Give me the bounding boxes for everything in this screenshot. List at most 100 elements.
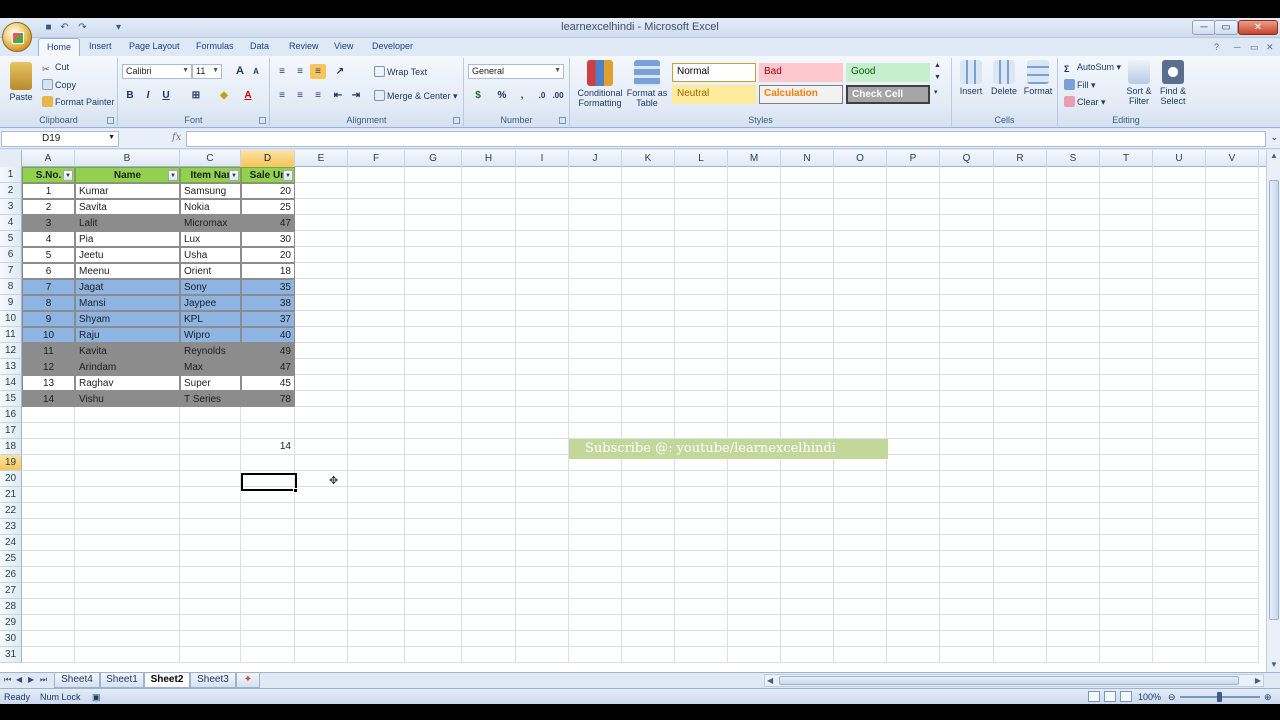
cell[interactable] bbox=[834, 567, 887, 583]
cell[interactable] bbox=[1100, 631, 1153, 647]
cell[interactable] bbox=[75, 407, 180, 423]
table-cell-name[interactable]: Lalit bbox=[75, 215, 180, 231]
cell[interactable] bbox=[834, 231, 887, 247]
cell[interactable] bbox=[348, 167, 405, 183]
cell[interactable] bbox=[1206, 215, 1259, 231]
cell[interactable] bbox=[405, 375, 462, 391]
page-break-view-icon[interactable] bbox=[1120, 691, 1132, 702]
cell[interactable] bbox=[1047, 567, 1100, 583]
table-cell-sno[interactable]: 8 bbox=[22, 295, 75, 311]
minimize-button[interactable]: ─ bbox=[1192, 20, 1216, 35]
cell[interactable] bbox=[295, 519, 348, 535]
cell[interactable] bbox=[622, 311, 675, 327]
cell[interactable] bbox=[834, 647, 887, 663]
cell[interactable] bbox=[22, 551, 75, 567]
cell[interactable] bbox=[405, 199, 462, 215]
cell[interactable] bbox=[22, 503, 75, 519]
align-middle-icon[interactable]: ≡ bbox=[292, 64, 308, 79]
cell[interactable] bbox=[462, 375, 516, 391]
cell[interactable] bbox=[940, 327, 994, 343]
cell[interactable] bbox=[241, 615, 295, 631]
row-header-9[interactable]: 9 bbox=[0, 295, 22, 311]
ribbon-minimize-icon[interactable]: ─ bbox=[1234, 42, 1240, 52]
cell[interactable] bbox=[887, 231, 940, 247]
cell[interactable] bbox=[1153, 519, 1206, 535]
cell[interactable] bbox=[781, 519, 834, 535]
cell[interactable] bbox=[887, 247, 940, 263]
cell[interactable] bbox=[295, 391, 348, 407]
cell[interactable] bbox=[781, 375, 834, 391]
cell[interactable] bbox=[241, 583, 295, 599]
cell[interactable] bbox=[834, 503, 887, 519]
table-cell-sale[interactable]: 20 bbox=[241, 247, 295, 263]
filter-dropdown-icon[interactable]: ▼ bbox=[63, 170, 73, 181]
cell[interactable] bbox=[1100, 199, 1153, 215]
cell[interactable] bbox=[462, 215, 516, 231]
decrease-indent-icon[interactable]: ⇤ bbox=[330, 88, 346, 103]
cell[interactable] bbox=[22, 471, 75, 487]
cell[interactable] bbox=[22, 647, 75, 663]
cell[interactable] bbox=[1206, 295, 1259, 311]
cell[interactable] bbox=[180, 487, 241, 503]
cell[interactable] bbox=[462, 631, 516, 647]
cell[interactable] bbox=[622, 215, 675, 231]
cell[interactable] bbox=[75, 423, 180, 439]
cell[interactable] bbox=[405, 311, 462, 327]
cell[interactable] bbox=[462, 471, 516, 487]
currency-icon[interactable]: $ bbox=[470, 88, 486, 103]
cell[interactable] bbox=[295, 247, 348, 263]
tab-developer[interactable]: Developer bbox=[372, 41, 413, 51]
cell[interactable] bbox=[1047, 407, 1100, 423]
cell[interactable] bbox=[1100, 407, 1153, 423]
cell[interactable] bbox=[622, 503, 675, 519]
cell[interactable] bbox=[75, 567, 180, 583]
cell[interactable] bbox=[994, 519, 1047, 535]
cell[interactable] bbox=[405, 263, 462, 279]
cell[interactable] bbox=[1100, 247, 1153, 263]
cell[interactable] bbox=[295, 423, 348, 439]
normal-view-icon[interactable] bbox=[1088, 691, 1100, 702]
cell[interactable] bbox=[405, 519, 462, 535]
cell[interactable] bbox=[781, 423, 834, 439]
cell[interactable] bbox=[887, 199, 940, 215]
cell[interactable] bbox=[1047, 343, 1100, 359]
cell[interactable] bbox=[180, 471, 241, 487]
cell[interactable] bbox=[180, 583, 241, 599]
column-header-a[interactable]: A bbox=[22, 150, 75, 167]
cell[interactable] bbox=[940, 183, 994, 199]
cell[interactable] bbox=[781, 647, 834, 663]
cell[interactable] bbox=[348, 375, 405, 391]
cell[interactable] bbox=[462, 647, 516, 663]
cell[interactable] bbox=[462, 439, 516, 455]
cell[interactable] bbox=[994, 327, 1047, 343]
fill-handle[interactable] bbox=[293, 488, 298, 493]
insert-cells-button[interactable]: Insert bbox=[956, 60, 986, 96]
cell[interactable] bbox=[622, 631, 675, 647]
cell[interactable] bbox=[1206, 519, 1259, 535]
cell[interactable] bbox=[1206, 279, 1259, 295]
cell[interactable] bbox=[295, 263, 348, 279]
cell[interactable] bbox=[1047, 615, 1100, 631]
sheet-tab-sheet4[interactable]: Sheet4 bbox=[54, 673, 100, 688]
cell[interactable] bbox=[1206, 567, 1259, 583]
cell[interactable] bbox=[241, 407, 295, 423]
wrap-text-button[interactable]: Wrap Text bbox=[374, 66, 427, 77]
insert-sheet-icon[interactable]: ✦ bbox=[236, 673, 260, 688]
table-header-sale[interactable]: Sale Un ▼ bbox=[241, 167, 295, 183]
cell[interactable] bbox=[940, 455, 994, 471]
cell[interactable] bbox=[940, 375, 994, 391]
cell[interactable] bbox=[887, 359, 940, 375]
cell[interactable] bbox=[1100, 535, 1153, 551]
page-layout-view-icon[interactable] bbox=[1104, 691, 1116, 702]
cell[interactable] bbox=[940, 615, 994, 631]
tab-formulas[interactable]: Formulas bbox=[196, 41, 234, 51]
column-header-h[interactable]: H bbox=[462, 150, 516, 167]
cell[interactable] bbox=[569, 535, 622, 551]
cell[interactable] bbox=[405, 215, 462, 231]
cell[interactable] bbox=[1206, 359, 1259, 375]
row-header-16[interactable]: 16 bbox=[0, 407, 22, 423]
cell[interactable] bbox=[622, 247, 675, 263]
cell[interactable] bbox=[405, 295, 462, 311]
cell[interactable] bbox=[1100, 311, 1153, 327]
cell[interactable] bbox=[569, 327, 622, 343]
